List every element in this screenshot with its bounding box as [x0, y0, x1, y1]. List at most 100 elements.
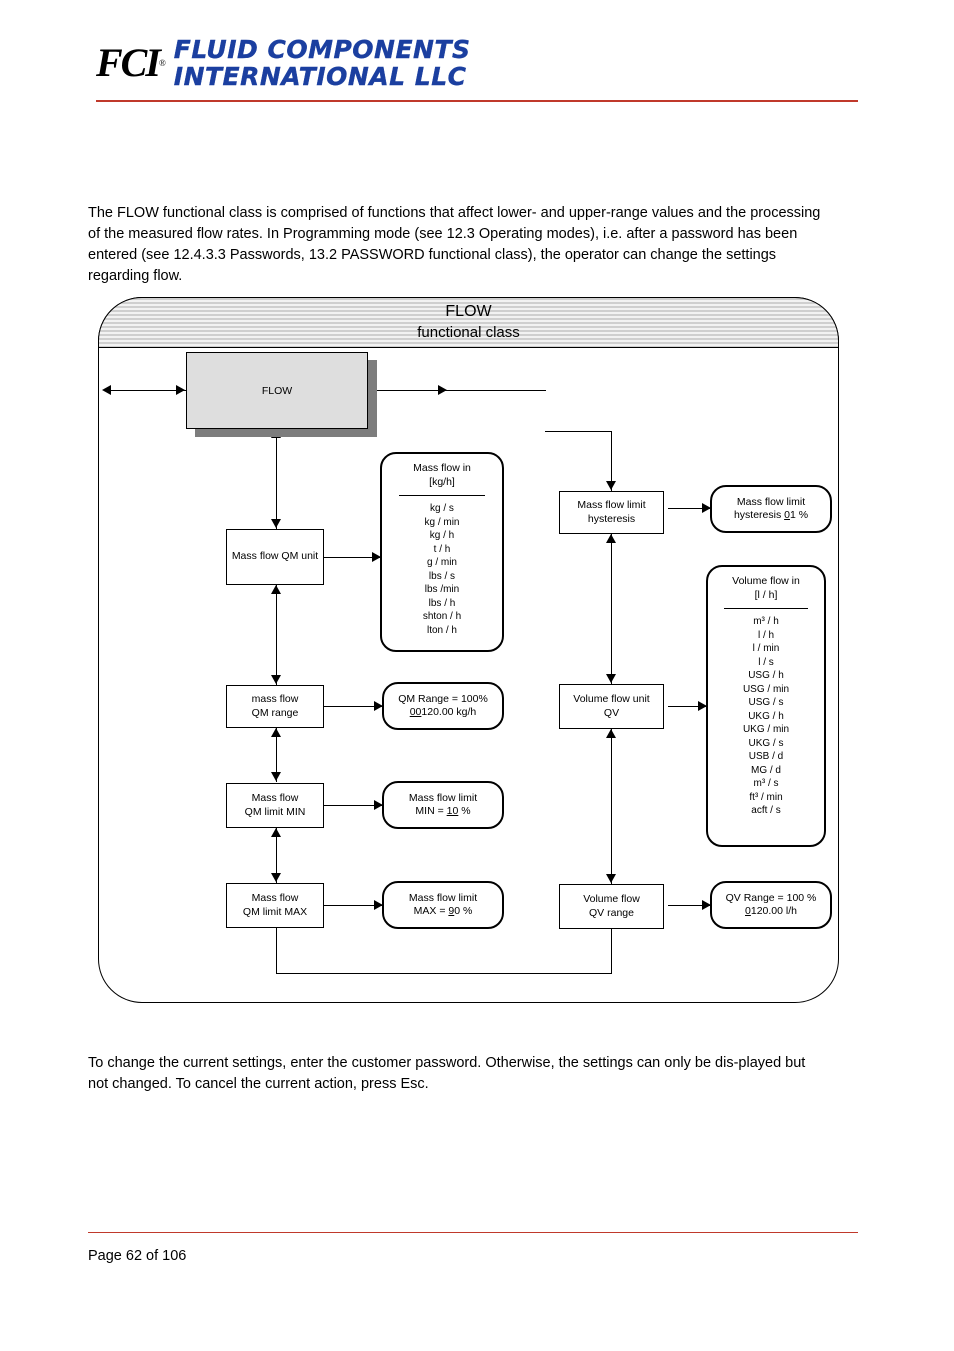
connector-arrow-down-hysteresis: [606, 481, 616, 490]
company-name-line-1: FLUID COMPONENTS: [173, 35, 471, 64]
connector-arrow-down-max: [271, 873, 281, 882]
mass-unit-item: lbs /min: [424, 584, 460, 595]
node-qv-range-value-line-1: QV Range = 100 %: [725, 891, 817, 904]
company-name: FLUID COMPONENTS INTERNATIONAL LLC: [174, 36, 471, 90]
volume-unit-item: UKG / s: [748, 737, 784, 749]
node-mass-flow-qm-unit[interactable]: Mass flow QM unit: [226, 529, 324, 585]
connector-hysteresis-to-volume-unit: [611, 534, 613, 684]
node-mass-flow-qm-limit-max[interactable]: Mass flow QM limit MAX: [226, 883, 324, 928]
connector-arrow-down-qm-unit: [271, 519, 281, 528]
node-volume-flow-unit-line-2: QV: [603, 706, 620, 719]
node-hysteresis-value-line-2: hysteresis 01 %: [734, 509, 808, 523]
volume-unit-item: USG / h: [748, 670, 784, 681]
page-header: FCI® FLUID COMPONENTS INTERNATIONAL LLC: [0, 0, 954, 110]
node-mass-flow-in-divider: [398, 495, 486, 496]
mass-unit-item: g / min: [426, 557, 457, 568]
flow-functional-class-diagram: FLOW functional class FLOW Mass flow QM …: [98, 297, 843, 1007]
header-divider: [96, 100, 858, 102]
page-number: Page 62 of 106: [88, 1248, 187, 1264]
node-qm-range-value[interactable]: QM Range = 100% 00120.00 kg/h: [382, 682, 504, 730]
node-mass-flow-qm-limit-min[interactable]: Mass flow QM limit MIN: [226, 783, 324, 828]
node-qm-range-value-line-1: QM Range = 100%: [398, 692, 488, 705]
company-name-line-2: INTERNATIONAL LLC: [173, 62, 467, 91]
connector-exit-arrow-right: [438, 385, 447, 395]
node-mass-flow-limit-min-value[interactable]: Mass flow limit MIN = 10 %: [382, 781, 504, 829]
company-logo: FCI® FLUID COMPONENTS INTERNATIONAL LLC: [96, 36, 471, 90]
connector-arrow-up-min: [271, 828, 281, 837]
node-mass-flow-in-header-2: [kg/h]: [429, 475, 455, 488]
node-qv-range-value[interactable]: QV Range = 100 % 0120.00 l/h: [710, 881, 832, 929]
registered-trademark-icon: ®: [158, 58, 166, 68]
volume-unit-item: l / s: [758, 656, 774, 668]
node-hysteresis-line-2: hysteresis: [587, 512, 636, 525]
node-mass-flow-in-list[interactable]: Mass flow in [kg/h] kg / s kg / min kg /…: [380, 452, 504, 652]
node-hysteresis-line-1: Mass flow limit: [577, 499, 646, 511]
limit-max-prefix: MAX =: [413, 905, 449, 917]
limit-min-underlined-value: 10: [446, 805, 459, 817]
volume-unit-item: UKG / min: [742, 724, 790, 735]
connector-entry-arrow-left: [102, 385, 111, 395]
volume-unit-item: l / min: [752, 643, 780, 654]
mass-unit-item: kg / min: [424, 516, 460, 528]
mass-unit-item: lton / h: [426, 624, 457, 636]
volume-unit-item: USG / s: [748, 697, 784, 708]
connector-max-down-return: [276, 928, 278, 974]
connector-arrow-up-hysteresis: [606, 534, 616, 543]
fci-logo-initials: FCI: [96, 40, 161, 85]
node-volume-flow-qv-range[interactable]: Volume flow QV range: [559, 884, 664, 929]
node-volume-flow-unit[interactable]: Volume flow unit QV: [559, 684, 664, 729]
node-qv-range-line-1: Volume flow: [583, 893, 640, 905]
mass-unit-item: lbs / s: [428, 570, 456, 582]
node-mass-flow-limit-hysteresis-value[interactable]: Mass flow limit hysteresis 01 %: [710, 485, 832, 533]
node-mass-flow-limit-hysteresis[interactable]: Mass flow limit hysteresis: [559, 491, 664, 534]
volume-unit-item: m³ / s: [753, 778, 779, 789]
node-mass-flow-limit-max-value[interactable]: Mass flow limit MAX = 90 %: [382, 881, 504, 929]
connector-flow-to-qm-unit: [276, 429, 278, 529]
connector-entry-arrow-right: [176, 385, 185, 395]
qm-range-underlined-digits: 00: [409, 706, 422, 718]
node-volume-flow-in-header-1: Volume flow in: [732, 575, 800, 587]
connector-top-rail-2: [545, 431, 612, 433]
mass-unit-item: shton / h: [422, 611, 462, 622]
node-volume-flow-in-header-2: [l / h]: [754, 588, 778, 601]
connector-arrow-up-range: [271, 728, 281, 737]
hysteresis-prefix: hysteresis: [733, 509, 785, 521]
hysteresis-suffix: 1 %: [789, 509, 809, 521]
diagram-title: FLOW functional class: [98, 301, 839, 343]
node-volume-flow-in-divider: [724, 608, 808, 609]
mass-unit-item: t / h: [433, 543, 451, 555]
connector-exit-line: [368, 390, 446, 392]
node-limit-min-line-2: MIN = 10 %: [415, 805, 470, 819]
node-limit-min-line-1: Mass flow limit: [408, 791, 478, 804]
mass-unit-item: kg / s: [430, 503, 454, 514]
volume-unit-item: ft³ / min: [749, 791, 783, 803]
diagram-title-line-1: FLOW: [445, 303, 492, 320]
node-mass-flow-qm-range-line-1: mass flow: [251, 693, 299, 705]
node-mass-flow-units: kg / s kg / min kg / h t / h g / min lbs…: [423, 502, 461, 637]
node-qv-range-line-2: QV range: [589, 906, 634, 919]
flow-block[interactable]: FLOW: [186, 352, 368, 429]
node-mass-flow-qm-range[interactable]: mass flow QM range: [226, 685, 324, 728]
limit-max-suffix: 0 %: [454, 905, 473, 917]
connector-arrow-down-qv-range: [606, 874, 616, 883]
volume-unit-item: acft / s: [751, 805, 781, 816]
node-mass-flow-qm-range-line-2: QM range: [251, 706, 299, 719]
connector-arrow-down-volume-unit: [606, 674, 616, 683]
volume-unit-item: UKG / h: [748, 710, 784, 722]
node-qm-limit-min-line-1: Mass flow: [251, 792, 299, 804]
node-hysteresis-value-line-1: Mass flow limit: [736, 495, 806, 508]
volume-unit-item: m³ / h: [753, 616, 779, 627]
node-qv-range-value-line-2: 0120.00 l/h: [745, 905, 797, 919]
connector-volume-unit-to-range: [611, 729, 613, 884]
node-limit-max-line-1: Mass flow limit: [408, 891, 478, 904]
footer-divider: [88, 1232, 858, 1233]
qm-range-rest: 120.00 kg/h: [421, 706, 477, 718]
connector-bottom-return: [276, 973, 612, 975]
diagram-title-line-2: functional class: [417, 324, 520, 341]
node-volume-flow-units: m³ / h l / h l / min l / s USG / h USG /…: [743, 615, 789, 818]
node-volume-flow-unit-line-1: Volume flow unit: [573, 693, 650, 705]
node-limit-max-line-2: MAX = 90 %: [414, 905, 473, 919]
closing-paragraph: To change the current settings, enter th…: [88, 1055, 806, 1092]
node-qm-limit-max-line-1: Mass flow: [251, 892, 299, 904]
node-volume-flow-in-list[interactable]: Volume flow in [l / h] m³ / h l / h l / …: [706, 565, 826, 847]
